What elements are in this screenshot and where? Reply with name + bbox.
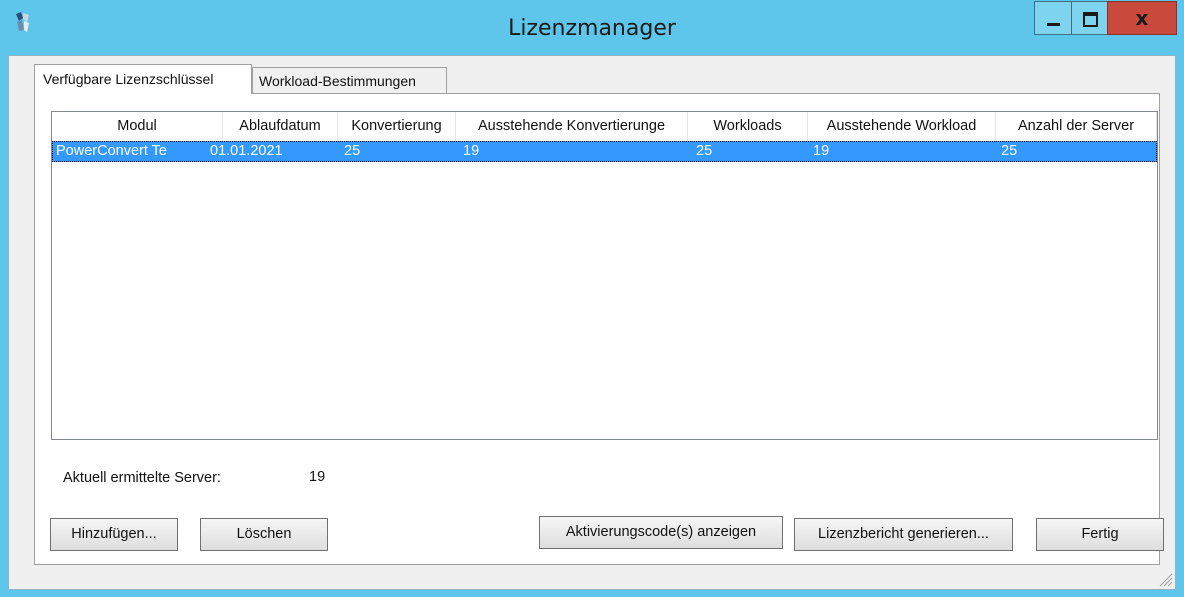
close-button[interactable]: x [1107,1,1177,35]
delete-button[interactable]: Löschen [200,518,328,551]
cell-module: PowerConvert Te [56,143,167,159]
close-icon: x [1135,6,1149,30]
license-manager-window: Lizenzmanager x Verfügbare Lizenzschlüss… [0,0,1184,597]
cell-pending-conversions: 19 [463,143,480,159]
column-header-module[interactable]: Modul [52,112,223,141]
column-header-conversion[interactable]: Konvertierung [338,112,456,141]
column-header-expiry-date[interactable]: Ablaufdatum [223,112,338,141]
cell-conversion: 25 [344,143,361,159]
add-button[interactable]: Hinzufügen... [50,518,178,551]
detected-servers-label: Aktuell ermittelte Server: [63,470,221,486]
done-button[interactable]: Fertig [1036,518,1164,551]
cell-workloads: 25 [696,143,713,159]
cell-server-count: 25 [1001,143,1018,159]
show-activation-codes-button[interactable]: Aktivierungscode(s) anzeigen [539,516,783,549]
maximize-button[interactable] [1071,1,1108,35]
detected-servers-value: 19 [309,469,326,485]
table-row[interactable]: PowerConvert Te 01.01.2021 25 19 25 19 2… [52,141,1157,162]
title-bar[interactable]: Lizenzmanager x [0,0,1184,62]
window-title: Lizenzmanager [508,16,676,41]
column-header-pending-workloads[interactable]: Ausstehende Workload [808,112,996,141]
generate-license-report-button[interactable]: Lizenzbericht generieren... [794,518,1013,551]
column-header-pending-conversions[interactable]: Ausstehende Konvertierunge [456,112,688,141]
list-header: Modul Ablaufdatum Konvertierung Ausstehe… [52,112,1157,141]
column-header-server-count[interactable]: Anzahl der Server [996,112,1157,141]
tab-available-license-keys[interactable]: Verfügbare Lizenzschlüssel [34,64,252,94]
resize-grip-icon[interactable] [1155,569,1173,587]
minimize-button[interactable] [1034,1,1072,35]
license-key-list[interactable]: Modul Ablaufdatum Konvertierung Ausstehe… [51,111,1158,440]
cell-pending-workloads: 19 [813,143,830,159]
column-header-workloads[interactable]: Workloads [688,112,808,141]
dialog-client-area: Verfügbare Lizenzschlüssel Workload-Best… [8,55,1176,590]
tab-workload-designations[interactable]: Workload-Bestimmungen [252,67,447,94]
minimize-icon [1047,23,1060,26]
tab-panel: Modul Ablaufdatum Konvertierung Ausstehe… [34,93,1164,565]
maximize-icon [1083,12,1098,27]
cell-expiry-date: 01.01.2021 [210,143,283,159]
